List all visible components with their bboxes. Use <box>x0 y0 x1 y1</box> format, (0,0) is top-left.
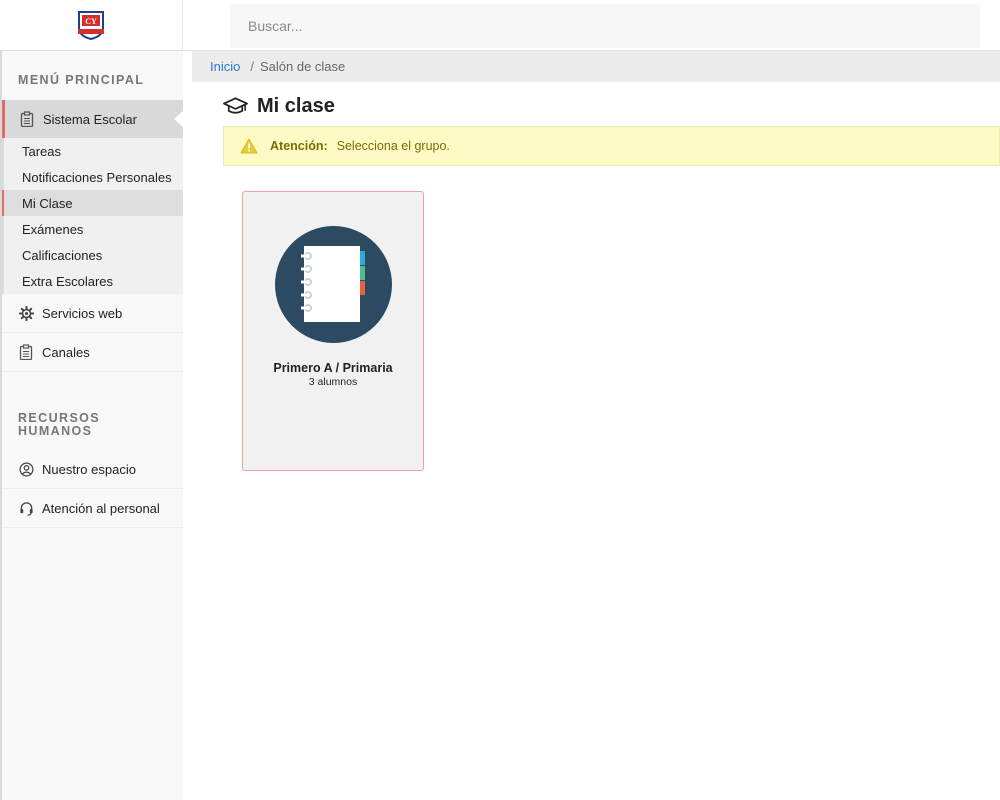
sidebar-item-label: Servicios web <box>42 305 123 321</box>
breadcrumb-home-link[interactable]: Inicio <box>210 59 240 74</box>
sidebar-item-servicios-web[interactable]: Servicios web <box>2 294 183 333</box>
sidebar-item-canales[interactable]: Canales <box>2 333 183 372</box>
sidebar-item-label: Nuestro espacio <box>42 461 136 477</box>
group-name: Primero A / Primaria <box>273 361 393 375</box>
hr-section-title: RECURSOS HUMANOS <box>18 411 101 438</box>
breadcrumb-current: Salón de clase <box>259 59 346 74</box>
svg-text:CY: CY <box>85 17 97 26</box>
submenu-item-examenes[interactable]: Exámenes <box>2 216 183 242</box>
page-title-text: Mi clase <box>257 94 335 117</box>
submenu-item-extra-escolares[interactable]: Extra Escolares <box>2 268 183 294</box>
group-student-count: 3 alumnos <box>308 376 358 388</box>
user-circle-icon <box>18 461 34 477</box>
warning-icon <box>240 138 258 154</box>
logo-area[interactable]: CY <box>0 0 183 50</box>
submenu-item-calificaciones[interactable]: Calificaciones <box>2 242 183 268</box>
sidebar-item-nuestro-espacio[interactable]: Nuestro espacio <box>2 450 183 489</box>
search-input[interactable]: Buscar... <box>230 4 980 48</box>
search-placeholder: Buscar... <box>248 18 303 34</box>
school-logo: CY <box>78 11 104 40</box>
sidebar-item-label: Sistema Escolar <box>43 111 137 127</box>
gear-icon <box>18 305 34 321</box>
sidebar-item-sistema-escolar[interactable]: Sistema Escolar <box>2 100 183 138</box>
breadcrumb: Inicio / Salón de clase <box>192 51 1000 82</box>
alert-label: Atención: <box>270 139 328 153</box>
submenu-item-tareas[interactable]: Tareas <box>2 138 183 164</box>
clipboard-icon <box>18 344 34 360</box>
group-card[interactable]: Primero A / Primaria 3 alumnos <box>242 191 424 471</box>
clipboard-icon <box>19 111 35 127</box>
notebook-icon <box>275 226 392 343</box>
sidebar-item-label: Atención al personal <box>42 500 160 516</box>
breadcrumb-separator: / <box>250 59 254 74</box>
topbar-edge <box>980 0 1000 50</box>
sidebar-item-atencion-personal[interactable]: Atención al personal <box>2 489 183 528</box>
sidebar-item-label: Canales <box>42 344 90 360</box>
submenu-item-notificaciones[interactable]: Notificaciones Personales <box>2 164 183 190</box>
submenu: Tareas Notificaciones Personales Mi Clas… <box>2 138 183 294</box>
sidebar: MENÚ PRINCIPAL Sistema Escolar Tareas No… <box>0 51 183 800</box>
graduation-cap-icon <box>222 96 249 116</box>
alert-banner: Atención: Selecciona el grupo. <box>223 126 1000 166</box>
main-menu-title: MENÚ PRINCIPAL <box>18 73 145 87</box>
headset-icon <box>18 500 34 516</box>
active-caret <box>174 111 183 127</box>
top-bar: CY Buscar... <box>0 0 1000 51</box>
alert-message: Selecciona el grupo. <box>336 139 450 153</box>
submenu-item-mi-clase[interactable]: Mi Clase <box>2 190 183 216</box>
page-title: Mi clase <box>222 92 335 120</box>
